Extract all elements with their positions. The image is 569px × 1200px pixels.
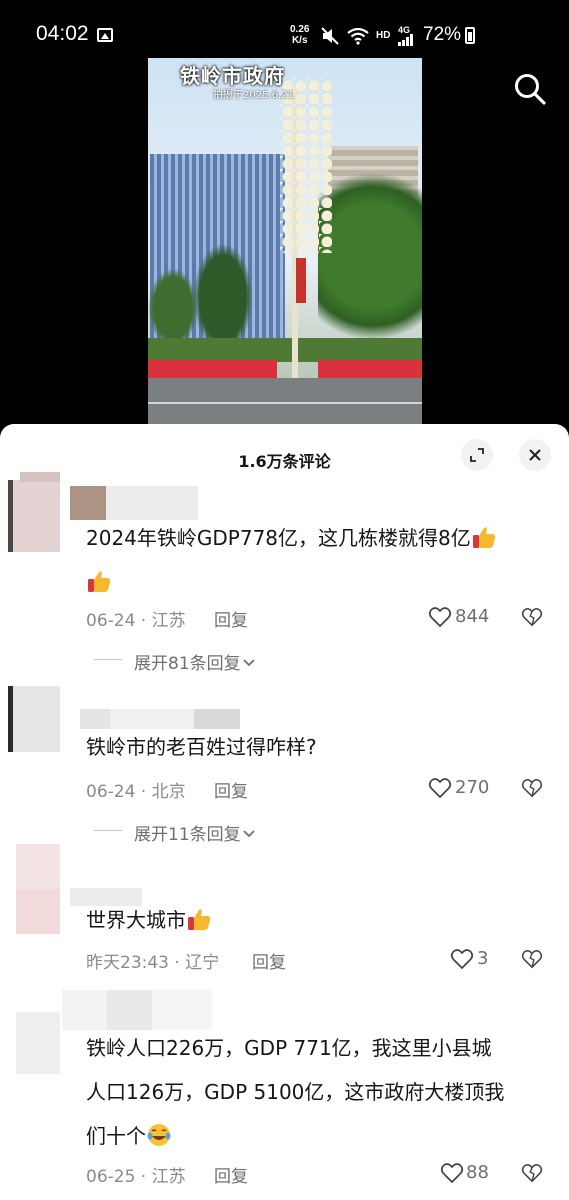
comment-date: 06-24 [86, 611, 136, 631]
signal-icon [398, 34, 413, 46]
heart-icon[interactable] [428, 776, 452, 800]
close-button[interactable] [519, 439, 551, 471]
comment-date: 06-24 [86, 782, 136, 802]
lamp-cluster-image [280, 78, 332, 253]
mute-icon [321, 27, 339, 45]
tree-image [318, 173, 422, 358]
expand-button[interactable] [461, 439, 493, 471]
comment-body: 世界大城市 [86, 908, 186, 932]
thumbs-up-emoji [88, 571, 111, 592]
comment-body-line: 铁岭人口226万，GDP 771亿，我这里小县城 [86, 1036, 492, 1060]
reply-button[interactable]: 回复 [214, 1162, 248, 1187]
tree-image [148, 268, 198, 348]
battery-percent: 72% [423, 24, 462, 45]
expand-divider [94, 830, 122, 831]
comment-text: 2024年铁岭GDP778亿，这几栋楼就得8亿 [86, 516, 552, 604]
flowerbed-image [148, 360, 422, 378]
like-count: 844 [455, 606, 490, 627]
comment-text: 铁岭市的老百姓过得咋样? [86, 725, 552, 769]
comment-location: 北京 [151, 782, 186, 802]
battery-icon [465, 27, 475, 44]
laugh-cry-emoji [147, 1124, 171, 1146]
comment-meta: 06-25 · 江苏 [86, 1167, 186, 1187]
gallery-icon [97, 28, 113, 42]
comment-body: 铁岭市的老百姓过得咋样? [86, 735, 317, 759]
thumbs-up-emoji [472, 527, 496, 548]
tree-image [193, 243, 253, 353]
video-overlay-subtitle: 拍摄于2025.6.21 [213, 90, 294, 101]
comment-body-line: 们十个 [86, 1124, 146, 1148]
reply-button[interactable]: 回复 [252, 948, 286, 973]
comment-location: 江苏 [151, 1167, 186, 1187]
network-speed-unit: K/s [291, 35, 308, 46]
search-icon[interactable] [513, 72, 547, 106]
comment-meta: 06-24 · 北京 [86, 782, 186, 802]
video-player[interactable]: 铁岭市政府 拍摄于2025.6.21 [0, 58, 569, 438]
broken-heart-icon[interactable] [521, 776, 543, 800]
reply-button[interactable]: 回复 [214, 606, 248, 631]
comment-text: 世界大城市 [86, 898, 552, 942]
chevron-down-icon [243, 659, 255, 667]
comment-text: 铁岭人口226万，GDP 771亿，我这里小县城 人口126万，GDP 5100亿… [86, 1026, 552, 1158]
expand-divider [94, 659, 122, 660]
video-overlay-title: 铁岭市政府 [180, 64, 285, 88]
pixelated-username [62, 990, 212, 1030]
pixelated-username [70, 486, 106, 520]
heart-icon[interactable] [440, 1161, 464, 1185]
comment-date: 昨天23:43 [86, 953, 169, 973]
network-speed: 0.26 K/s [290, 24, 309, 46]
like-count: 3 [477, 948, 489, 969]
avatar[interactable] [16, 844, 60, 934]
thumbs-up-emoji [188, 909, 211, 930]
hd-label: HD [376, 30, 391, 41]
broken-heart-icon[interactable] [521, 947, 543, 971]
reply-button[interactable]: 回复 [214, 777, 248, 802]
avatar[interactable] [16, 1012, 60, 1074]
flag-image [296, 258, 306, 303]
heart-icon[interactable] [428, 605, 452, 629]
expand-replies-button[interactable]: 展开11条回复 [134, 820, 257, 845]
avatar[interactable] [8, 480, 60, 552]
like-count: 88 [466, 1162, 489, 1183]
pixelated-username [106, 486, 198, 520]
wifi-icon [347, 27, 369, 45]
video-frame[interactable]: 铁岭市政府 拍摄于2025.6.21 [148, 58, 422, 424]
comments-sheet: 1.6万条评论 2024年铁岭GDP778亿，这几栋楼就得8亿 06-24 · … [0, 424, 569, 1200]
expand-replies-button[interactable]: 展开81条回复 [134, 649, 257, 674]
comment-meta: 06-24 · 江苏 [86, 611, 186, 631]
close-icon [529, 449, 541, 461]
comment-location: 辽宁 [185, 953, 220, 973]
status-time: 04:02 [36, 22, 89, 45]
comment-location: 江苏 [151, 611, 186, 631]
avatar[interactable] [8, 686, 60, 752]
comment-body-line: 人口126万，GDP 5100亿，这市政府大楼顶我 [86, 1080, 505, 1104]
chevron-down-icon [243, 830, 255, 838]
network-speed-value: 0.26 [290, 24, 310, 35]
expand-replies-label: 展开11条回复 [134, 825, 241, 845]
expand-replies-label: 展开81条回复 [134, 654, 241, 674]
road-image [148, 378, 422, 424]
like-count: 270 [455, 777, 490, 798]
pixelated-username [20, 472, 60, 482]
broken-heart-icon[interactable] [521, 1161, 543, 1185]
comment-date: 06-25 [86, 1167, 136, 1187]
expand-icon [470, 448, 484, 462]
comment-body: 2024年铁岭GDP778亿，这几栋楼就得8亿 [86, 526, 471, 550]
comment-meta: 昨天23:43 · 辽宁 [86, 953, 220, 973]
heart-icon[interactable] [450, 947, 474, 971]
lawn-image [148, 338, 422, 362]
broken-heart-icon[interactable] [521, 605, 543, 629]
